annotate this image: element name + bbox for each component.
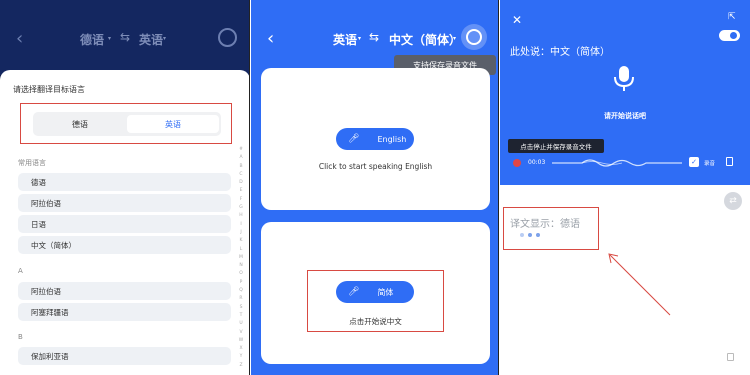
document-icon[interactable] <box>726 157 733 166</box>
segment-target-language[interactable]: 英语 <box>127 115 219 133</box>
chevron-down-icon: ▾ <box>453 35 457 42</box>
recording-screen: ✕ ⇱ 此处说：中文（简体） 请开始说话吧 点击停止并保存录音文件 00:03 … <box>500 0 750 375</box>
pin-icon[interactable]: ⇱ <box>728 12 736 22</box>
loading-indicator <box>520 233 540 237</box>
index-letter[interactable]: J <box>236 229 246 237</box>
index-letter[interactable]: I <box>236 221 246 229</box>
translation-home-screen: ‹ 英语 ▾ ⇆ 中文（简体） ▾ 支持保存录音文件 🎤︎ English Cl… <box>251 0 499 375</box>
index-letter[interactable]: K <box>236 237 246 245</box>
index-letter[interactable]: P <box>236 279 246 287</box>
index-letter[interactable]: Z <box>236 362 246 370</box>
swap-icon[interactable]: ⇆ <box>120 30 130 44</box>
recording-header: ✕ ⇱ 此处说：中文（简体） 请开始说话吧 点击停止并保存录音文件 00:03 … <box>500 0 750 185</box>
index-letter[interactable]: H <box>236 212 246 220</box>
list-item[interactable]: 阿拉伯语 <box>18 194 231 212</box>
toggle-switch[interactable] <box>719 30 740 41</box>
translation-placeholder: 译文显示：德语 <box>510 219 580 230</box>
microphone-icon <box>614 66 634 91</box>
top-bar-dimmed: ‹ 德语 ▾ ⇆ 英语 ▾ <box>0 0 249 75</box>
list-item[interactable]: 阿塞拜疆语 <box>18 303 231 321</box>
list-item[interactable]: 保加利亚语 <box>18 347 231 365</box>
swap-icon[interactable]: ⇄ <box>724 192 742 210</box>
list-item[interactable]: 中文（简体） <box>18 236 231 254</box>
chinese-card: 🎤︎ 简体 点击开始说中文 <box>261 222 490 364</box>
index-letter[interactable]: V <box>236 329 246 337</box>
checkbox[interactable]: ✓ <box>689 157 699 167</box>
segment-source-language[interactable]: 德语 <box>33 112 127 136</box>
loading-dot <box>520 233 524 237</box>
index-letter[interactable]: L <box>236 246 246 254</box>
sheet-title: 请选择翻译目标语言 <box>13 85 85 94</box>
microphone-icon: 🎤︎ <box>348 287 360 297</box>
back-icon[interactable]: ‹ <box>16 28 23 49</box>
index-letter[interactable]: T <box>236 312 246 320</box>
recording-timer: 00:03 <box>528 159 546 166</box>
waveform-icon <box>552 159 682 167</box>
save-recording-label: 录音 <box>704 161 716 167</box>
chevron-down-icon: ▾ <box>108 35 112 42</box>
loading-dot <box>536 233 540 237</box>
index-letter[interactable]: G <box>236 204 246 212</box>
settings-icon[interactable] <box>218 28 237 47</box>
stop-record-button[interactable] <box>513 159 521 167</box>
language-sheet: 请选择翻译目标语言 德语 英语 常用语言 德语 阿拉伯语 日语 中文（简体） A… <box>0 70 249 375</box>
speak-english-label: English <box>377 134 407 144</box>
index-letter[interactable]: O <box>236 270 246 278</box>
index-letter[interactable]: B <box>236 163 246 171</box>
chinese-caption: 点击开始说中文 <box>349 317 402 326</box>
list-item[interactable]: 日语 <box>18 215 231 233</box>
settings-icon <box>466 29 482 45</box>
close-icon[interactable]: ✕ <box>512 13 522 27</box>
index-letter[interactable]: S <box>236 304 246 312</box>
index-letter[interactable]: C <box>236 171 246 179</box>
index-letter[interactable]: Q <box>236 287 246 295</box>
speak-english-button[interactable]: 🎤︎ English <box>336 128 414 150</box>
english-card: 🎤︎ English Click to start speaking Engli… <box>261 68 490 210</box>
index-letter[interactable]: A <box>236 154 246 162</box>
index-letter[interactable]: R <box>236 295 246 303</box>
back-icon[interactable]: ‹ <box>267 28 274 49</box>
language-picker-screen: ‹ 德语 ▾ ⇆ 英语 ▾ 请选择翻译目标语言 德语 英语 常用语言 德语 阿拉… <box>0 0 250 375</box>
speak-chinese-button[interactable]: 🎤︎ 简体 <box>336 281 414 303</box>
section-label-b: B <box>18 333 23 341</box>
list-item[interactable]: 阿拉伯语 <box>18 282 231 300</box>
target-language-selector[interactable]: 中文（简体） <box>389 31 461 48</box>
english-caption: Click to start speaking English <box>318 162 433 171</box>
index-letter[interactable]: Y <box>236 353 246 361</box>
alphabet-index-bar[interactable]: # A B C D E F G H I J K L M N O P Q R S T U V W X Y Z <box>236 146 246 370</box>
source-prompt: 此处说：中文（简体） <box>510 47 610 58</box>
speak-chinese-label: 简体 <box>377 287 394 297</box>
index-letter[interactable]: F <box>236 196 246 204</box>
section-label-common: 常用语言 <box>18 159 46 167</box>
index-letter[interactable]: N <box>236 262 246 270</box>
list-item[interactable]: 德语 <box>18 173 231 191</box>
index-letter[interactable]: # <box>236 146 246 154</box>
highlight-box: 德语 英语 <box>20 103 232 144</box>
index-letter[interactable]: M <box>236 254 246 262</box>
copy-icon[interactable] <box>727 353 734 361</box>
loading-dot <box>528 233 532 237</box>
settings-button[interactable] <box>461 24 487 50</box>
index-letter[interactable]: W <box>236 337 246 345</box>
annotation-arrow <box>608 253 671 316</box>
start-speaking-text: 请开始说话吧 <box>604 112 646 120</box>
chevron-down-icon: ▾ <box>163 35 167 42</box>
language-segment-control: 德语 英语 <box>33 112 221 136</box>
chevron-down-icon: ▾ <box>358 35 362 42</box>
source-language-selector[interactable]: 德语 <box>80 31 104 48</box>
index-letter[interactable]: U <box>236 320 246 328</box>
source-language-selector[interactable]: 英语 <box>333 31 357 48</box>
translation-result-area: ⇄ 译文显示：德语 <box>500 185 750 375</box>
index-letter[interactable]: X <box>236 345 246 353</box>
swap-icon[interactable]: ⇆ <box>369 30 379 44</box>
section-label-a: A <box>18 267 23 275</box>
microphone-icon: 🎤︎ <box>348 134 360 144</box>
target-language-selector[interactable]: 英语 <box>139 31 163 48</box>
index-letter[interactable]: D <box>236 179 246 187</box>
tooltip: 点击停止并保存录音文件 <box>508 139 604 153</box>
index-letter[interactable]: E <box>236 187 246 195</box>
